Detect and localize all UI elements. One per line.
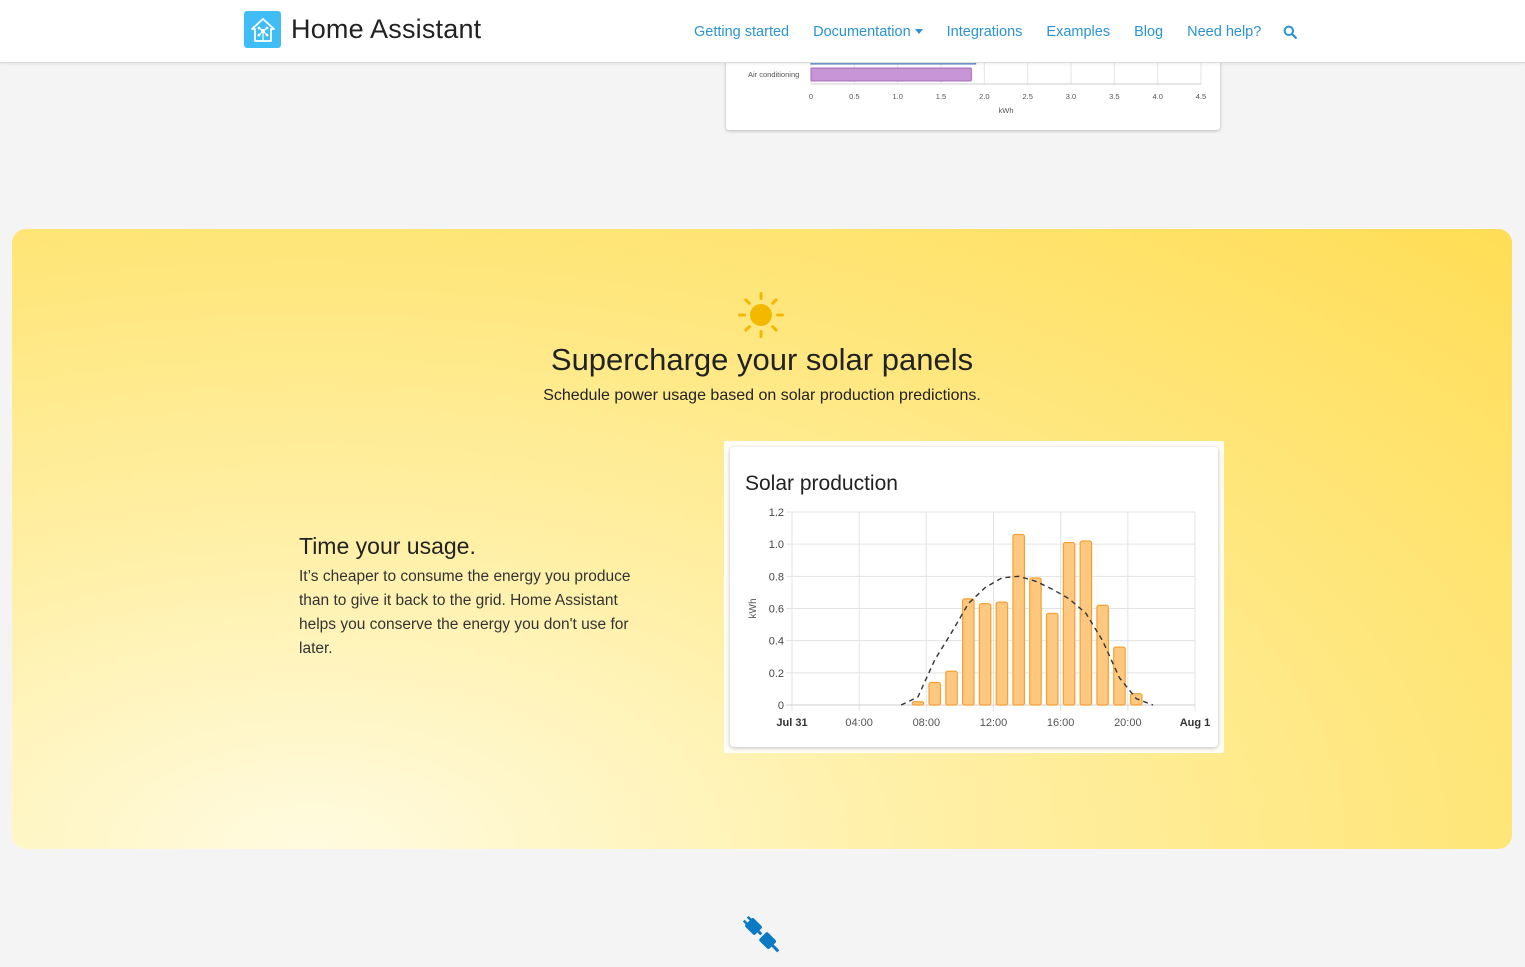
caret-down-icon bbox=[914, 29, 923, 34]
bar bbox=[978, 603, 992, 706]
y-tick-label: 0 bbox=[778, 700, 784, 712]
top-navigation-bar: Home Assistant Getting started Documenta… bbox=[0, 0, 1525, 63]
nav-integrations[interactable]: Integrations bbox=[947, 24, 1023, 40]
y-axis-label: kWh bbox=[748, 599, 759, 619]
x-tick-label: 1.0 bbox=[892, 92, 902, 101]
x-tick-label: 12:00 bbox=[980, 717, 1008, 729]
search-icon[interactable] bbox=[1283, 25, 1298, 39]
bar bbox=[1129, 693, 1143, 706]
chart-title: Solar production bbox=[745, 472, 898, 495]
nav-documentation-label: Documentation bbox=[813, 24, 911, 40]
bar bbox=[1096, 604, 1109, 706]
x-tick-label: 04:00 bbox=[845, 717, 873, 729]
solar-section: Supercharge your solar panels Schedule p… bbox=[12, 229, 1512, 849]
nav-getting-started[interactable]: Getting started bbox=[694, 24, 789, 40]
nav-need-help[interactable]: Need help? bbox=[1187, 24, 1261, 40]
y-tick-label: 0.2 bbox=[769, 668, 784, 680]
bar bbox=[928, 681, 942, 706]
x-tick-label: 2.0 bbox=[979, 92, 989, 101]
x-tick-label: Jul 31 bbox=[776, 717, 807, 729]
y-tick-label: 1.2 bbox=[769, 507, 784, 519]
bar bbox=[945, 670, 958, 706]
x-tick-label: 4.5 bbox=[1196, 92, 1206, 101]
y-tick-label: 0.6 bbox=[769, 604, 784, 616]
nav-examples[interactable]: Examples bbox=[1046, 24, 1110, 40]
x-tick-label: Aug 1 bbox=[1180, 717, 1211, 729]
bar bbox=[962, 598, 975, 706]
bar bbox=[1113, 646, 1126, 706]
section-title: Supercharge your solar panels bbox=[550, 342, 974, 377]
brand-link[interactable]: Home Assistant bbox=[244, 11, 481, 48]
bar bbox=[1079, 540, 1093, 706]
x-tick-label: 0.5 bbox=[849, 92, 859, 101]
y-tick-label: 0.4 bbox=[769, 636, 784, 648]
y-tick-label: 1.0 bbox=[769, 539, 784, 551]
sun-icon bbox=[738, 292, 784, 338]
solar-chart-frame: 0 0.2 0.4 0.6 0.8 1.0 1.2 Jul 31 04:00 08:00 12:00… bbox=[724, 441, 1224, 753]
x-tick-label: 08:00 bbox=[913, 717, 941, 729]
x-tick-label: 1.5 bbox=[936, 92, 946, 101]
main-nav: Getting started Documentation Integratio… bbox=[694, 24, 1298, 40]
feature-title: Time your usage. bbox=[299, 533, 476, 559]
bar bbox=[911, 701, 925, 706]
bar bbox=[1045, 612, 1059, 706]
x-tick-label: 2.5 bbox=[1022, 92, 1032, 101]
brand-name: Home Assistant bbox=[291, 14, 482, 44]
y-tick-label: 0.8 bbox=[769, 571, 784, 583]
x-tick-label: 0 bbox=[809, 92, 813, 101]
bar bbox=[1062, 541, 1076, 706]
solar-production-card: 0 0.2 0.4 0.6 0.8 1.0 1.2 Jul 31 04:00 08:00 12:00… bbox=[730, 447, 1218, 747]
plug-icon bbox=[739, 912, 785, 958]
nav-documentation[interactable]: Documentation bbox=[813, 24, 923, 40]
home-assistant-logo-icon bbox=[244, 11, 281, 48]
x-tick-label: 4.0 bbox=[1152, 92, 1162, 101]
bar bbox=[1029, 577, 1042, 706]
x-tick-label: 3.0 bbox=[1066, 92, 1076, 101]
x-tick-label: 16:00 bbox=[1047, 717, 1075, 729]
category-label: Air conditioning bbox=[748, 70, 799, 79]
x-axis-unit: kWh bbox=[999, 106, 1014, 115]
bar bbox=[810, 67, 972, 82]
section-subtitle: Schedule power usage based on solar prod… bbox=[543, 387, 981, 404]
x-tick-label: 20:00 bbox=[1114, 717, 1142, 729]
bar bbox=[1012, 533, 1025, 706]
bar bbox=[995, 601, 1009, 706]
feature-text: It’s cheaper to consume the energy you p… bbox=[299, 568, 631, 657]
nav-blog[interactable]: Blog bbox=[1134, 24, 1163, 40]
x-tick-label: 3.5 bbox=[1109, 92, 1119, 101]
